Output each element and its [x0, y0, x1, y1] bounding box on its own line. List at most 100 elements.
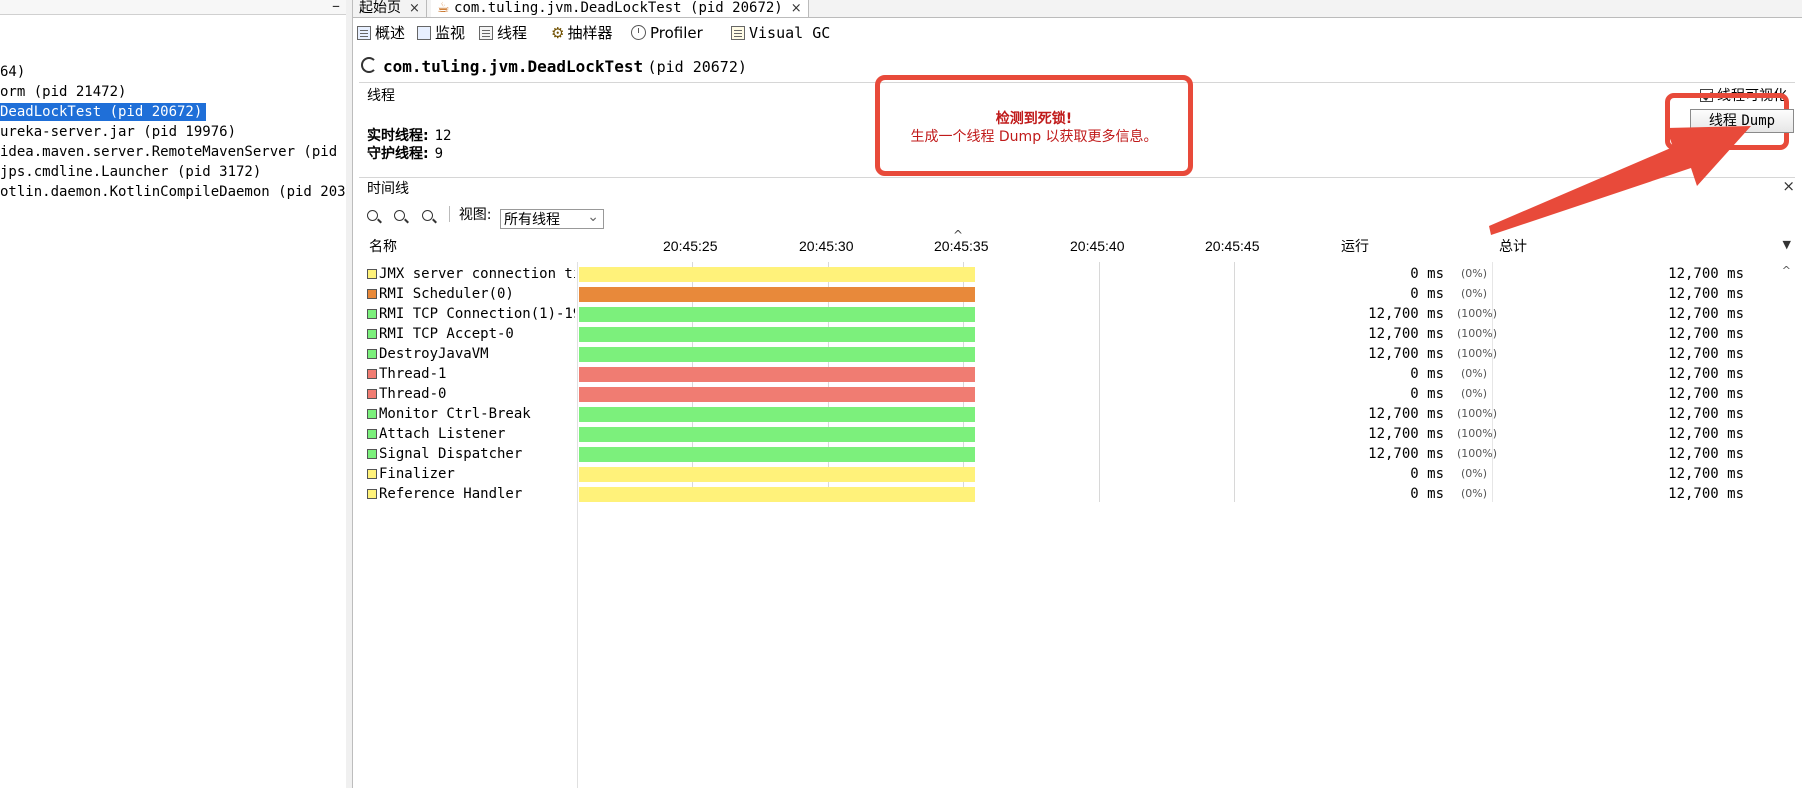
thread-running-time: 12,700 ms [1368, 406, 1444, 422]
thread-total-time: 12,700 ms [1668, 346, 1744, 362]
thread-running-percent: (0%) [1460, 487, 1487, 500]
app-list-item[interactable]: 64) [0, 62, 25, 82]
sort-descending-icon[interactable]: ▼ [1783, 238, 1791, 251]
thread-running-percent: (100%) [1457, 447, 1498, 460]
java-icon: ☕ [437, 0, 450, 16]
app-list-item[interactable]: idea.maven.server.RemoteMavenServer (pid… [0, 142, 346, 162]
thread-total-time: 12,700 ms [1668, 406, 1744, 422]
thread-row[interactable]: RMI TCP Accept-0 12,700 ms (100%) 12,700 ms [359, 324, 1795, 344]
minimize-icon[interactable]: – [332, 0, 340, 15]
thread-running-time: 12,700 ms [1368, 326, 1444, 342]
thread-state-bar [579, 307, 975, 322]
app-list-item[interactable]: otlin.daemon.KotlinCompileDaemon (pid 20… [0, 182, 346, 202]
thread-total-time: 12,700 ms [1668, 286, 1744, 302]
thread-state-icon [367, 369, 377, 379]
thread-row[interactable]: Finalizer 0 ms (0%) 12,700 ms [359, 464, 1795, 484]
deadlock-alert-title: 检测到死锁! [995, 111, 1073, 127]
thread-row[interactable]: Thread-1 0 ms (0%) 12,700 ms [359, 364, 1795, 384]
thread-row[interactable]: Signal Dispatcher 12,700 ms (100%) 12,700 m… [359, 444, 1795, 464]
thread-row[interactable]: Monitor Ctrl-Break 12,700 ms (100%) 12,700 … [359, 404, 1795, 424]
view-select[interactable]: 所有线程 [499, 207, 604, 229]
thread-timeline-grid: ^ 名称 20:45:25 20:45:30 20:45:35 20:45:40… [359, 228, 1795, 788]
app-list-item-selected[interactable]: DeadLockTest (pid 20672) [0, 102, 207, 122]
app-pid: (pid 20672) [647, 58, 747, 76]
thread-row[interactable]: JMX server connection timeo 0 ms (0%) 12,70… [359, 264, 1795, 284]
document-tabs: 起始页 × ☕ com.tuling.jvm.DeadLockTest (pid … [353, 0, 1802, 18]
threads-panel: 线程 线程可视化 实时线程: 12 守护线程: 9 检测到死锁! 生成一个线程 Du… [359, 75, 1795, 178]
tab-start-page[interactable]: 起始页 × [353, 0, 427, 17]
thread-dump-button[interactable]: 线程 Dump [1690, 109, 1794, 133]
column-header-name[interactable]: 名称 [369, 236, 397, 256]
button-label: 线程 [1708, 113, 1737, 129]
thread-state-bar [579, 287, 975, 302]
zoom-in-icon[interactable] [367, 210, 378, 221]
daemon-threads-stat: 守护线程: 9 [367, 143, 443, 163]
thread-running-percent: (0%) [1460, 267, 1487, 280]
thread-name: RMI Scheduler(0) [379, 286, 514, 302]
app-list-item[interactable]: orm (pid 21472) [0, 82, 126, 102]
app-list-label: otlin.daemon.KotlinCompileDaemon (pid 20… [0, 184, 346, 200]
column-header-total[interactable]: 总计 [1499, 236, 1527, 256]
thread-running-percent: (0%) [1460, 467, 1487, 480]
app-list-item[interactable]: ureka-server.jar (pid 19976) [0, 122, 236, 142]
app-list-label: 64) [0, 64, 26, 80]
subtab-threads[interactable]: 线程 [479, 22, 527, 44]
zoom-out-icon[interactable] [394, 210, 406, 221]
split-pane-divider[interactable] [346, 0, 353, 788]
subtab-monitor[interactable]: 监视 [417, 22, 465, 44]
thread-name: Monitor Ctrl-Break [379, 406, 531, 422]
section-header: 时间线 [367, 181, 409, 197]
subtab-profiler[interactable]: Profiler [631, 22, 703, 44]
thread-name: Attach Listener [379, 426, 506, 442]
close-icon[interactable]: × [791, 1, 802, 16]
zoom-fit-icon[interactable] [421, 210, 433, 221]
thread-running-percent: (100%) [1457, 347, 1498, 360]
thread-row[interactable]: RMI TCP Connection(1)-192.1 12,700 ms (100… [359, 304, 1795, 324]
main-content: 起始页 × ☕ com.tuling.jvm.DeadLockTest (pid … [353, 0, 1802, 788]
close-icon[interactable]: × [1782, 177, 1795, 195]
deadlock-alert-message: 生成一个线程 Dump 以获取更多信息。 [910, 129, 1158, 145]
subtab-label: Profiler [650, 24, 703, 42]
stat-label: 实时线程: [367, 128, 429, 144]
thread-running-time: 12,700 ms [1368, 426, 1444, 442]
thread-state-bar [579, 487, 975, 502]
tab-deadlocktest[interactable]: ☕ com.tuling.jvm.DeadLockTest (pid 20672… [431, 0, 809, 17]
applications-panel: – 64) orm (pid 21472) DeadLockTest (pid … [0, 0, 347, 788]
time-tick: 20:45:25 [663, 238, 718, 254]
thread-state-icon [367, 469, 377, 479]
thread-row[interactable]: Thread-0 0 ms (0%) 12,700 ms [359, 384, 1795, 404]
thread-total-time: 12,700 ms [1668, 386, 1744, 402]
close-icon[interactable]: × [409, 1, 420, 16]
column-header-running[interactable]: 运行 [1341, 236, 1369, 256]
app-list-label: ureka-server.jar (pid 19976) [0, 124, 237, 140]
thread-name: JMX server connection timeo [379, 266, 575, 282]
thread-running-time: 12,700 ms [1368, 306, 1444, 322]
thread-running-time: 12,700 ms [1368, 446, 1444, 462]
thread-state-icon [367, 329, 377, 339]
thread-state-icon [367, 269, 377, 279]
sampler-icon: ⚙ [551, 24, 565, 42]
thread-state-bar [579, 367, 975, 382]
subtab-visual-gc[interactable]: Visual GC [731, 22, 830, 44]
thread-running-percent: (100%) [1457, 307, 1498, 320]
thread-state-bar [579, 447, 975, 462]
profiler-icon [631, 25, 646, 40]
subtab-label: 监视 [435, 24, 466, 42]
thread-name: Signal Dispatcher [379, 446, 523, 462]
tab-label: 起始页 [359, 0, 401, 16]
subtab-overview[interactable]: 概述 [357, 22, 405, 44]
threads-icon [479, 26, 493, 40]
thread-row[interactable]: RMI Scheduler(0) 0 ms (0%) 12,700 ms [359, 284, 1795, 304]
thread-total-time: 12,700 ms [1668, 306, 1744, 322]
thread-row[interactable]: Attach Listener 12,700 ms (100%) 12,700 ms [359, 424, 1795, 444]
thread-name: DestroyJavaVM [379, 346, 489, 362]
thread-running-time: 0 ms [1410, 266, 1444, 282]
app-list-label: orm (pid 21472) [0, 84, 127, 100]
subtab-sampler[interactable]: ⚙ 抽样器 [551, 22, 612, 44]
monitor-icon [417, 26, 431, 40]
thread-row[interactable]: Reference Handler 0 ms (0%) 12,700 ms [359, 484, 1795, 504]
thread-row[interactable]: DestroyJavaVM 12,700 ms (100%) 12,700 ms [359, 344, 1795, 364]
thread-state-icon [367, 489, 377, 499]
thread-total-time: 12,700 ms [1668, 266, 1744, 282]
app-list-item[interactable]: jps.cmdline.Launcher (pid 3172) [0, 162, 261, 182]
